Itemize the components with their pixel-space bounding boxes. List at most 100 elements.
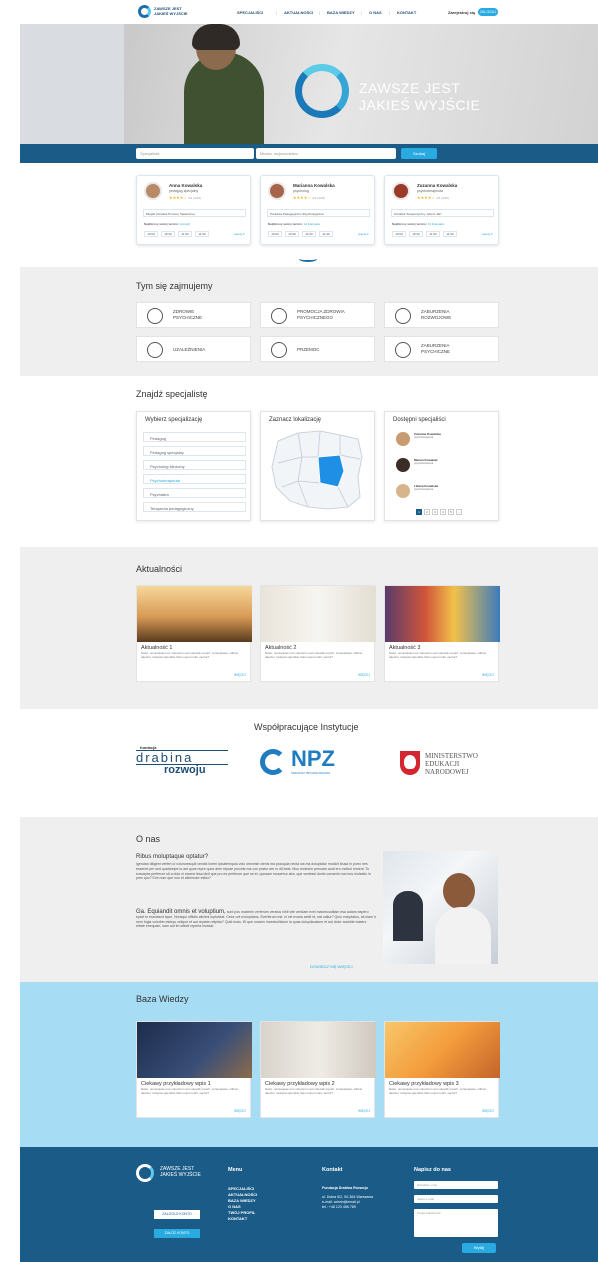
time-slot[interactable]: 11:00 [426, 231, 440, 237]
news-image [137, 586, 252, 642]
service-mental-disorders[interactable]: ZABURZENIA PSYCHICZNE [384, 336, 499, 362]
footer-register-button[interactable]: ZAŁÓŻ KONTO [154, 1229, 200, 1238]
knowledge-more-link[interactable]: WIĘCEJ [358, 1109, 370, 1113]
spec-option[interactable]: Psycholog kliniczny [143, 460, 246, 470]
more-slots-link[interactable]: więcej ▾ [482, 232, 493, 236]
footer-contact-info: Fundacja Drabina Rozwoju ul. Dolna 5/2, … [322, 1186, 374, 1209]
rating-stars-icon: ★★★★☆ 4,5 (4/15) [417, 195, 449, 200]
footer-name-input[interactable]: Nazwisko, imię [414, 1181, 498, 1189]
nav-specialists[interactable]: SPECJALIŚCI [237, 10, 263, 15]
time-slot[interactable]: 10:30 [285, 231, 299, 237]
knowledge-image [137, 1022, 252, 1078]
about-more-link[interactable]: DOWIEDZ SIĘ WIĘCEJ [310, 964, 353, 969]
news-more-link[interactable]: WIĘCEJ [482, 673, 494, 677]
footer-email-input[interactable]: Adres e-mail [414, 1195, 498, 1203]
top-header: ZAWSZE JEST JAKIEŚ WYJŚCIE SPECJALIŚCI |… [0, 0, 598, 24]
location-search-input[interactable]: Miasto, województwo [256, 148, 396, 159]
specialist-search-input[interactable]: Specjalista [136, 148, 254, 159]
nav-knowledge[interactable]: BAZA WIEDZY [327, 10, 355, 15]
nav-contact[interactable]: KONTAKT [397, 10, 416, 15]
pagination-page[interactable]: 2 [424, 509, 430, 515]
available-specialist-item[interactable]: Marian Kowalski psychoterapeuta [396, 456, 492, 480]
news-more-link[interactable]: WIĘCEJ [234, 673, 246, 677]
time-slot[interactable]: 11:30 [195, 231, 209, 237]
more-slots-link[interactable]: więcej ▾ [358, 232, 369, 236]
rating-stars-icon: ★★★★☆ 4,5 (4/15) [169, 195, 201, 200]
news-card[interactable]: Aktualność 3 Natur, nonsequae nus volore… [384, 585, 500, 682]
news-card[interactable]: Aktualność 2 Natur, nonsequae nus volore… [260, 585, 376, 682]
time-slot[interactable]: 11:00 [178, 231, 192, 237]
knowledge-card[interactable]: Ciekawy przykładowy wpis 1 Natur, nonseq… [136, 1021, 252, 1118]
time-slot[interactable]: 11:00 [302, 231, 316, 237]
time-slot[interactable]: 10:30 [161, 231, 175, 237]
knowledge-more-link[interactable]: WIĘCEJ [482, 1109, 494, 1113]
about-photo [383, 851, 498, 964]
faces-icon [271, 342, 287, 358]
login-button[interactable]: ZALOGUJ [478, 8, 498, 16]
time-slot[interactable]: 10:30 [409, 231, 423, 237]
time-slot[interactable]: 10:00 [392, 231, 406, 237]
footer-menu-item[interactable]: KONTAKT [228, 1216, 247, 1222]
knowledge-card[interactable]: Ciekawy przykładowy wpis 2 Natur, nonseq… [260, 1021, 376, 1118]
pagination-page[interactable]: 5 [448, 509, 454, 515]
footer-write-heading: Napisz do nas [414, 1167, 451, 1173]
service-addictions[interactable]: UZALEŻNIENIA [136, 336, 251, 362]
service-mental-health[interactable]: ZDROWIE PSYCHICZNE [136, 302, 251, 328]
pagination-page[interactable]: 3 [432, 509, 438, 515]
logo-icon[interactable] [138, 5, 151, 18]
nav-news[interactable]: AKTUALNOŚCI [284, 10, 313, 15]
pagination-next[interactable]: › [456, 509, 462, 515]
footer-send-button[interactable]: Wyślij [462, 1243, 496, 1253]
news-card[interactable]: Aktualność 1 Natur, nonsequae nus volore… [136, 585, 252, 682]
spec-option[interactable]: Pedagog specjalny [143, 446, 246, 456]
available-specialist-item[interactable]: Zuzanna Kowalska psychoterapeuta [396, 430, 492, 454]
hero-title: ZAWSZE JEST JAKIEŚ WYJŚCIE [359, 80, 481, 113]
hero-logo-icon [295, 64, 349, 118]
pagination-page[interactable]: 1 [416, 509, 422, 515]
knowledge-card[interactable]: Ciekawy przykładowy wpis 3 Natur, nonseq… [384, 1021, 500, 1118]
pills-icon [147, 342, 163, 358]
spec-option[interactable]: Terapeuta pedagogiczny [143, 502, 246, 512]
available-specialist-item[interactable]: Liliana Kowalska psychoterapeuta [396, 482, 492, 506]
spec-option[interactable]: Psychiatra [143, 488, 246, 498]
globe-icon [271, 308, 287, 324]
knowledge-more-link[interactable]: WIĘCEJ [234, 1109, 246, 1113]
scroll-down-chevron-icon[interactable] [299, 256, 317, 262]
register-link[interactable]: Zarejestruj się [448, 10, 475, 15]
puzzle-hands-icon [395, 308, 411, 324]
footer-login-button[interactable]: ZALOGUJ KONTO [154, 1210, 200, 1219]
time-slot[interactable]: 11:30 [443, 231, 457, 237]
services-heading: Tym się zajmujemy [136, 281, 213, 291]
avatar [396, 458, 410, 472]
service-violence[interactable]: PRZEMOC [260, 336, 375, 362]
partners-heading: Współpracujące Instytucje [254, 722, 359, 732]
time-slot[interactable]: 10:00 [268, 231, 282, 237]
news-image [261, 586, 376, 642]
news-more-link[interactable]: WIĘCEJ [358, 673, 370, 677]
knowledge-image [261, 1022, 376, 1078]
footer-logo-icon[interactable] [136, 1164, 154, 1182]
pagination-page[interactable]: 4 [440, 509, 446, 515]
footer-message-textarea[interactable]: Twoja wiadomość [414, 1209, 498, 1237]
more-slots-link[interactable]: więcej ▾ [234, 232, 245, 236]
nav-about[interactable]: O NAS [369, 10, 382, 15]
specialization-panel: Wybierz specjalizację Pedagog Pedagog sp… [136, 411, 251, 521]
footer-logo-text[interactable]: ZAWSZE JEST JAKIEŚ WYJŚCIE [160, 1166, 210, 1178]
drabina-logo[interactable]: fundacja drabina rozwoju [136, 745, 228, 779]
spec-option-selected[interactable]: Psychoterapeuta [143, 474, 246, 484]
men-logo-text[interactable]: MINISTERSTWO EDUKACJI NARODOWEJ [425, 752, 499, 776]
time-slot[interactable]: 10:00 [144, 231, 158, 237]
time-slot[interactable]: 11:30 [319, 231, 333, 237]
specialist-card[interactable]: Anna Kowalska pedagog specjalny ★★★★☆ 4,… [136, 175, 251, 245]
spec-option[interactable]: Pedagog [143, 432, 246, 442]
poland-map[interactable] [268, 427, 366, 512]
npz-logo-icon[interactable] [260, 749, 286, 775]
specialist-card[interactable]: Zuzanna Kowalska psychoterapeuta ★★★★☆ 4… [384, 175, 499, 245]
news-heading: Aktualności [136, 564, 183, 574]
specialist-card[interactable]: Marianna Kowalska psycholog ★★★★☆ 4,5 (4… [260, 175, 375, 245]
header-logo-text[interactable]: ZAWSZE JEST JAKIEŚ WYJŚCIE [154, 6, 188, 16]
search-button[interactable]: Szukaj [401, 148, 437, 159]
npz-logo-text[interactable]: NPZ [291, 748, 335, 770]
service-health-promotion[interactable]: PROMOCJA ZDROWIA PSYCHICZNEGO [260, 302, 375, 328]
service-developmental-disorders[interactable]: ZABURZENIA ROZWOJOWE [384, 302, 499, 328]
